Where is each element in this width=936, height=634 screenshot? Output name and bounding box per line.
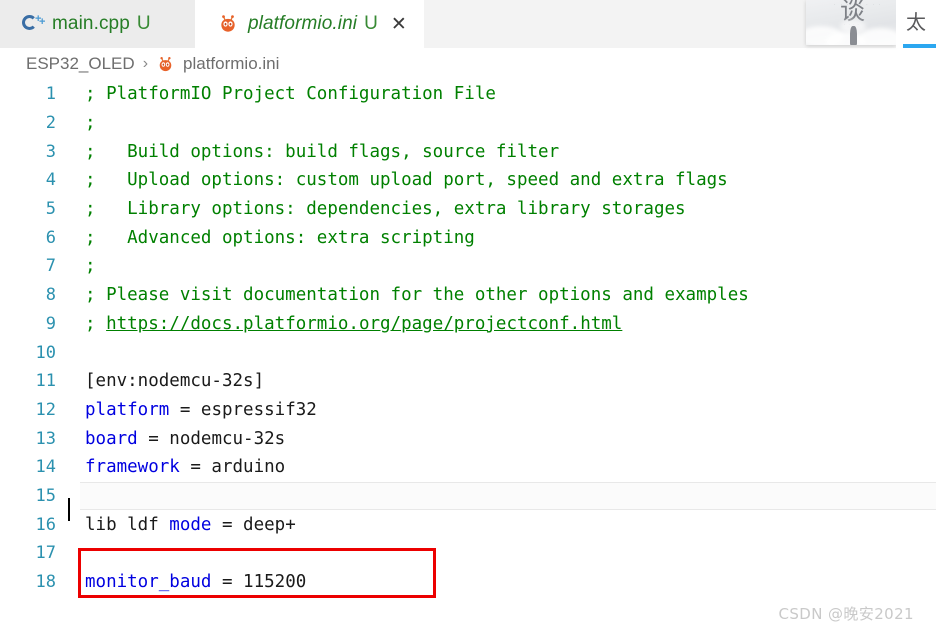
code-line-content[interactable]: ; Please visit documentation for the oth… <box>68 285 936 305</box>
line-number: 3 <box>45 141 56 162</box>
code-key: platform <box>85 399 170 420</box>
code-line-content[interactable]: ; <box>68 256 936 276</box>
code-line[interactable]: 8 ; Please visit documentation for the ot… <box>0 281 936 310</box>
code-line[interactable]: 15 <box>0 481 936 521</box>
line-number: 17 <box>35 543 56 564</box>
line-number: 11 <box>35 371 56 392</box>
line-number: 8 <box>45 285 56 306</box>
line-number: 13 <box>35 428 56 449</box>
code-line-content[interactable]: [env:nodemcu-32s] <box>68 371 936 391</box>
code-comment: ; <box>85 256 96 277</box>
line-number: 5 <box>45 199 56 220</box>
line-number: 1 <box>45 84 56 105</box>
code-line[interactable]: 3 ; Build options: build flags, source fi… <box>0 137 936 166</box>
tab-label-platformio-ini: platformio.ini <box>248 13 358 34</box>
code-line[interactable]: 17 <box>0 539 936 568</box>
code-line-content[interactable]: ; https://docs.platformio.org/page/proje… <box>68 314 936 334</box>
code-line-content[interactable]: ; Advanced options: extra scripting <box>68 228 936 248</box>
code-comment: ; PlatformIO Project Configuration File <box>85 84 496 105</box>
code-comment: ; <box>85 113 96 134</box>
line-number: 7 <box>45 256 56 277</box>
code-text: lib ldf <box>85 514 170 535</box>
code-line-content[interactable]: lib ldf mode = deep+ <box>68 515 936 535</box>
code-comment: ; Library options: dependencies, extra l… <box>85 199 686 220</box>
line-number: 10 <box>35 342 56 363</box>
code-line[interactable]: 12 platform = espressif32 <box>0 396 936 425</box>
cpp-file-icon: + + <box>22 13 45 35</box>
code-line[interactable]: 16 lib ldf mode = deep+ <box>0 510 936 539</box>
line-number: 15 <box>35 485 56 506</box>
side-panel-tab[interactable]: 太 <box>896 0 936 48</box>
code-text: = 115200 <box>211 572 307 593</box>
code-line[interactable]: 14 framework = arduino <box>0 453 936 482</box>
side-panel-active-indicator <box>903 44 936 48</box>
tab-dirty-badge-main-cpp: U <box>136 13 151 34</box>
code-line[interactable]: 13 board = nodemcu-32s <box>0 424 936 453</box>
breadcrumb-file[interactable]: platformio.ini <box>183 54 279 74</box>
code-link[interactable]: https://docs.platformio.org/page/project… <box>106 314 622 334</box>
close-icon[interactable]: ✕ <box>390 15 408 34</box>
code-key: mode <box>169 514 212 535</box>
code-text: = arduino <box>179 457 286 478</box>
code-key: board <box>85 428 138 449</box>
code-line[interactable]: 5 ; Library options: dependencies, extra … <box>0 195 936 224</box>
code-editor[interactable]: 1 ; PlatformIO Project Configuration File… <box>0 80 936 634</box>
watermark: CSDN @晚安2021 <box>778 605 914 623</box>
line-number: 6 <box>45 227 56 248</box>
code-line-content[interactable]: ; Library options: dependencies, extra l… <box>68 199 936 219</box>
vscode-editor-window: + + main.cpp U platformio.ini U ✕ ESP32_… <box>0 0 936 634</box>
code-line-content[interactable]: monitor_baud = 115200 <box>68 572 936 592</box>
line-number: 12 <box>35 399 56 420</box>
code-line[interactable]: 9; https://docs.platformio.org/page/proj… <box>0 310 936 339</box>
line-number: 4 <box>45 170 56 191</box>
code-line-content[interactable]: ; PlatformIO Project Configuration File <box>68 84 936 104</box>
code-line-content[interactable]: board = nodemcu-32s <box>68 429 936 449</box>
code-comment: ; Please visit documentation for the oth… <box>85 285 749 306</box>
tab-label-main-cpp: main.cpp <box>52 13 130 34</box>
tab-main-cpp[interactable]: + + main.cpp U <box>0 0 195 48</box>
code-text: = espressif32 <box>169 399 317 420</box>
thumbnail-figure <box>850 26 857 45</box>
code-comment: ; Build options: build flags, source fil… <box>85 141 560 162</box>
editor-tab-bar: + + main.cpp U platformio.ini U ✕ <box>0 0 936 48</box>
code-line[interactable]: 6 ; Advanced options: extra scripting <box>0 223 936 252</box>
code-line-content[interactable]: platform = espressif32 <box>68 400 936 420</box>
breadcrumb: ESP32_OLED › platformio.ini <box>0 48 936 80</box>
side-panel-tab-label: 太 <box>906 10 926 34</box>
line-number: 14 <box>35 457 56 478</box>
line-number: 16 <box>35 514 56 535</box>
code-line[interactable]: 10 <box>0 338 936 367</box>
code-text: = deep+ <box>211 514 296 535</box>
code-key: framework <box>85 457 180 478</box>
floating-thumbnail-image: · · · · · · · · 谈 · · · · <box>806 0 896 45</box>
code-key: monitor_baud <box>85 572 212 593</box>
code-text: = nodemcu-32s <box>137 428 286 449</box>
code-line[interactable]: 18 monitor_baud = 115200 <box>0 568 936 597</box>
line-number: 18 <box>35 572 56 593</box>
code-line[interactable]: 7; <box>0 252 936 281</box>
code-comment: ; Upload options: custom upload port, sp… <box>85 170 728 191</box>
code-line-content[interactable]: ; Upload options: custom upload port, sp… <box>68 170 936 190</box>
code-comment: ; Advanced options: extra scripting <box>85 227 475 248</box>
platformio-alien-icon <box>217 13 239 35</box>
code-line[interactable]: 4 ; Upload options: custom upload port, s… <box>0 166 936 195</box>
code-text: [env:nodemcu-32s] <box>85 371 265 392</box>
code-line[interactable]: 1 ; PlatformIO Project Configuration File <box>0 80 936 109</box>
current-line-highlight <box>80 481 936 511</box>
tab-dirty-badge-platformio-ini: U <box>364 13 378 34</box>
code-line-content[interactable]: framework = arduino <box>68 457 936 477</box>
line-number: 2 <box>45 113 56 134</box>
tab-platformio-ini[interactable]: platformio.ini U ✕ <box>195 0 424 48</box>
breadcrumb-project[interactable]: ESP32_OLED <box>26 54 135 74</box>
code-line[interactable]: 11 [env:nodemcu-32s] <box>0 367 936 396</box>
line-number: 9 <box>45 313 56 334</box>
platformio-alien-icon <box>156 55 175 74</box>
chevron-right-icon: › <box>142 55 149 72</box>
code-comment: ; <box>85 313 107 334</box>
code-line-content[interactable]: ; Build options: build flags, source fil… <box>68 142 936 162</box>
code-line[interactable]: 2; <box>0 109 936 138</box>
code-line-content[interactable]: ; <box>68 113 936 133</box>
